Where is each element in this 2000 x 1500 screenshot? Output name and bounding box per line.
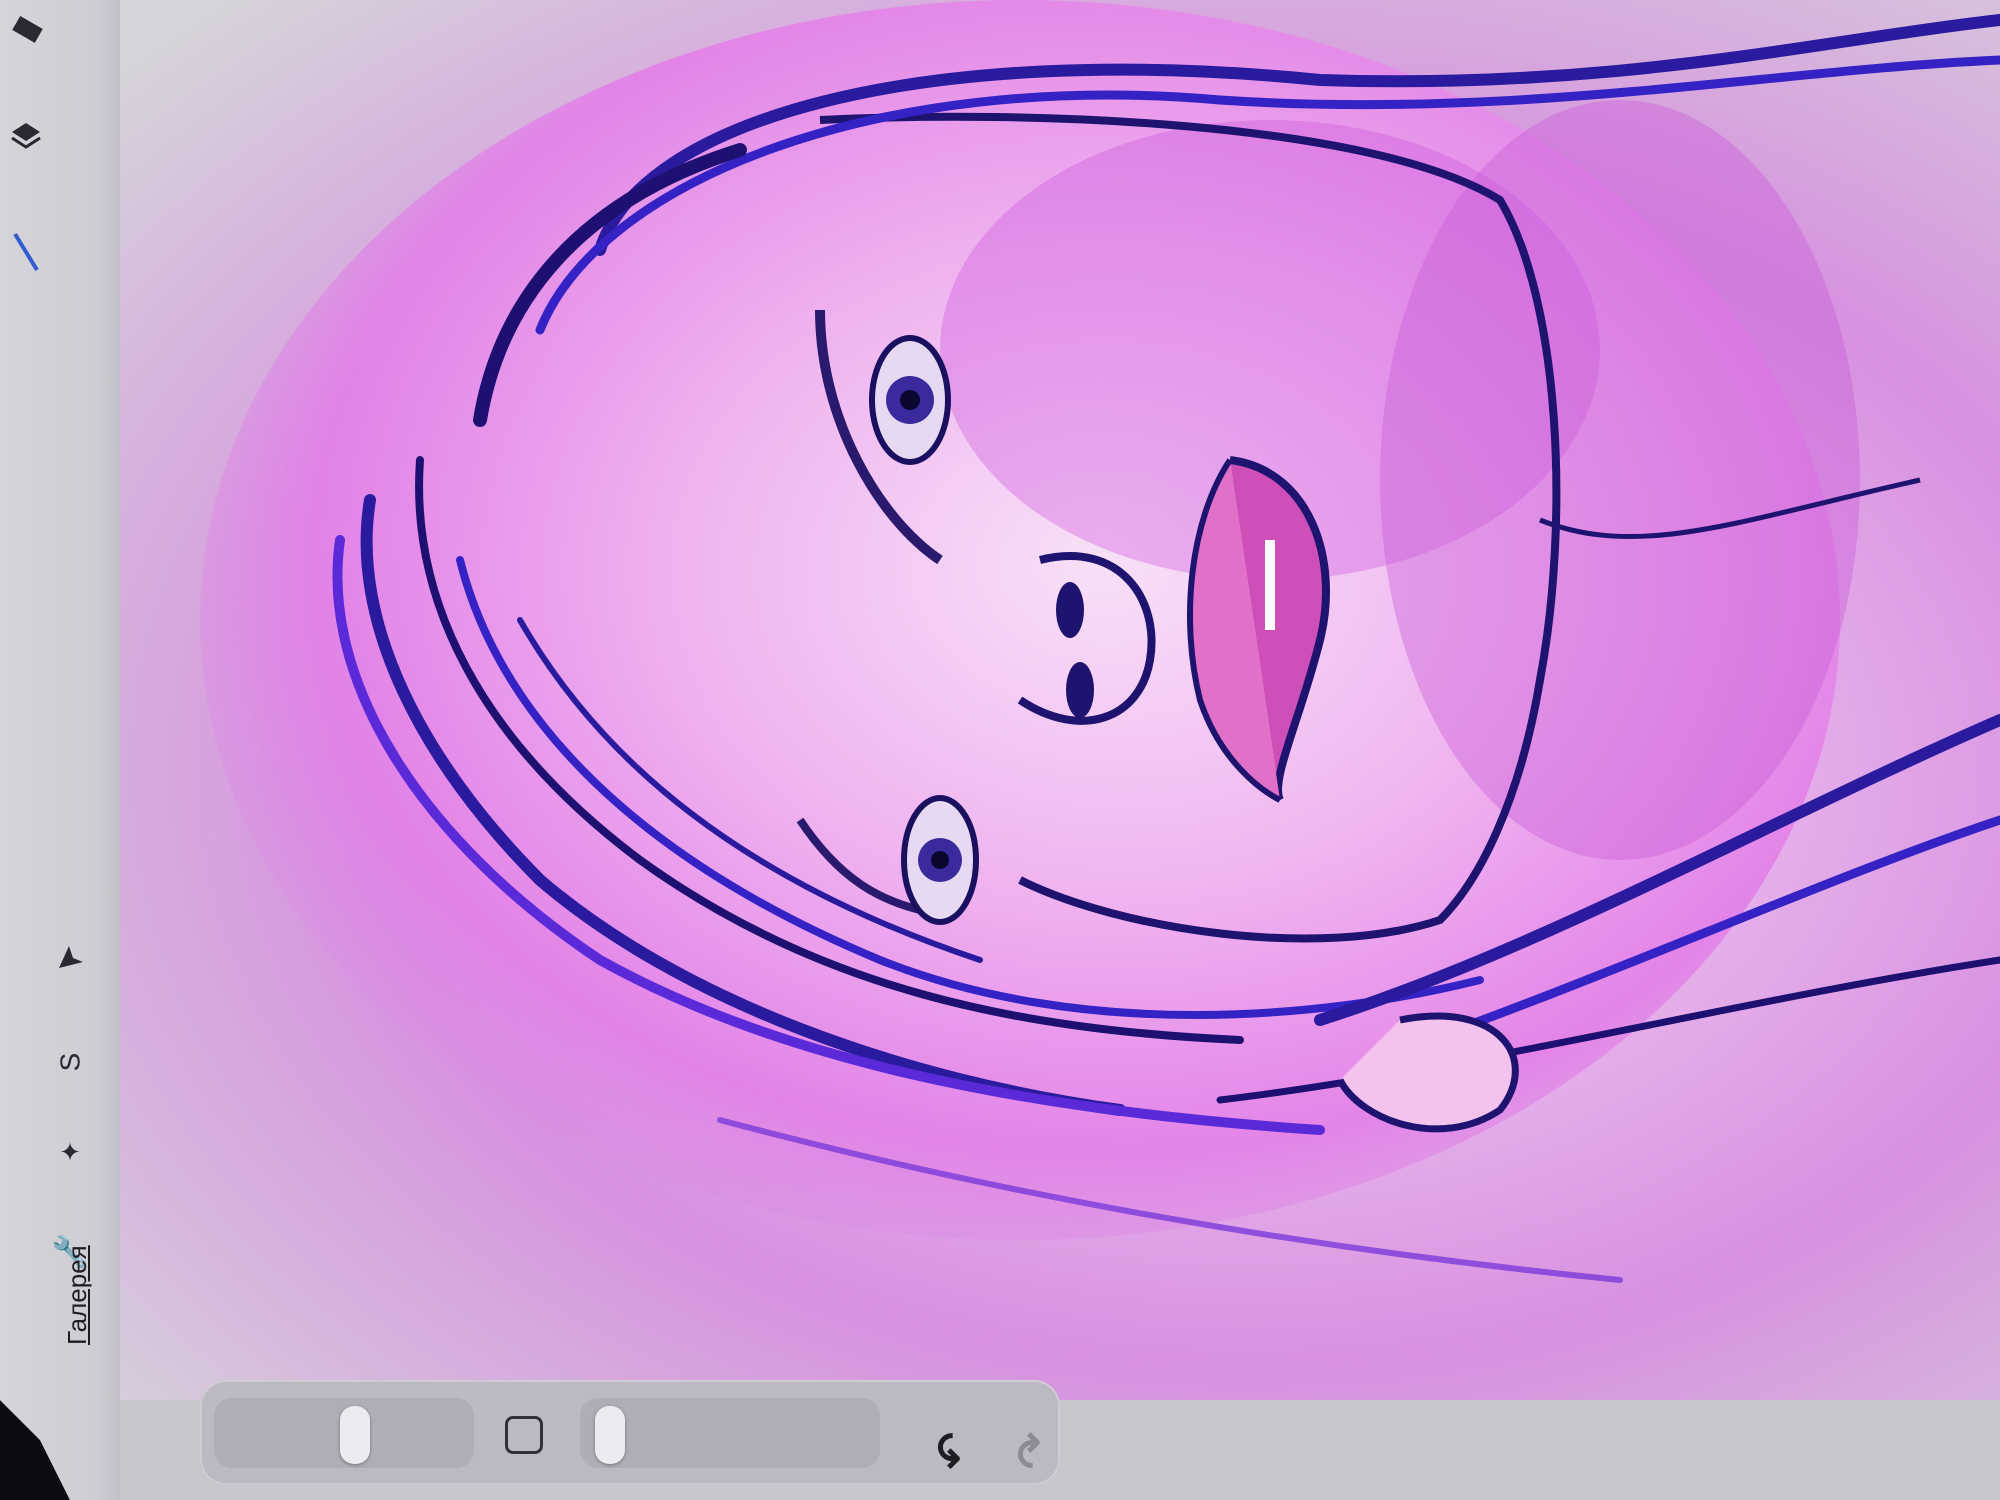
color-picker-icon[interactable] [4,230,48,274]
upper-eye [869,335,951,465]
transform-s-icon[interactable]: S [48,1040,92,1084]
undo-button[interactable]: ↶ [925,1420,981,1480]
modify-button[interactable] [505,1416,543,1454]
nostril-2 [1066,662,1094,718]
nostril-1 [1056,582,1084,638]
redo-arrow-icon: ↷ [1008,1431,1058,1469]
gallery-link[interactable]: Галерея [62,1245,93,1345]
lower-eye [901,795,979,925]
brush-size-thumb[interactable] [340,1406,370,1464]
layers-icon[interactable] [4,115,48,159]
artwork[interactable] [120,0,2000,1400]
selection-arrow-icon[interactable] [48,935,92,979]
tablet-screen: S ✦ 🔧 Галерея ↶ ↷ [0,0,2000,1500]
undo-arrow-icon: ↶ [928,1431,978,1469]
brush-icon[interactable] [4,10,48,54]
neck-shadow [1380,100,1860,860]
opacity-thumb[interactable] [595,1406,625,1464]
redo-button[interactable]: ↷ [1005,1420,1061,1480]
opacity-slider[interactable] [580,1398,880,1468]
adjustments-magic-icon[interactable]: ✦ [48,1130,92,1174]
tool-strip [0,0,120,1500]
